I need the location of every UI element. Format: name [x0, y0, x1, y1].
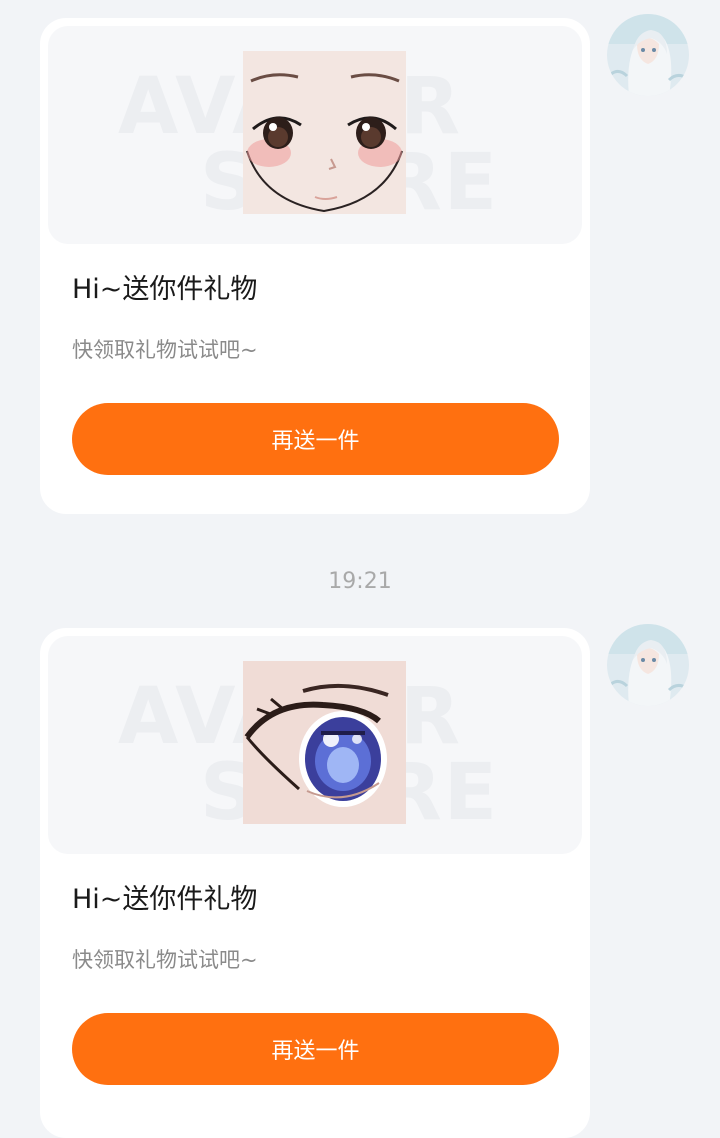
gift-card[interactable]: AVATAR STORE [40, 628, 590, 1138]
avatar[interactable] [607, 14, 689, 96]
gift-preview: AVATAR STORE [48, 26, 582, 244]
anime-eye-icon [243, 661, 406, 824]
gift-preview: AVATAR STORE [48, 636, 582, 854]
gift-subtitle: 快领取礼物试试吧~ [72, 338, 258, 362]
avatar[interactable] [607, 624, 689, 706]
face-makeup-icon [243, 51, 406, 214]
send-another-button[interactable]: 再送一件 [72, 1013, 559, 1085]
chat-screen: AVATAR STORE [0, 0, 720, 1138]
gift-subtitle: 快领取礼物试试吧~ [72, 948, 258, 972]
message-timestamp: 19:21 [328, 569, 392, 594]
gift-title: Hi~送你件礼物 [72, 274, 258, 305]
gift-title: Hi~送你件礼物 [72, 884, 258, 915]
send-another-button[interactable]: 再送一件 [72, 403, 559, 475]
gift-card[interactable]: AVATAR STORE [40, 18, 590, 514]
